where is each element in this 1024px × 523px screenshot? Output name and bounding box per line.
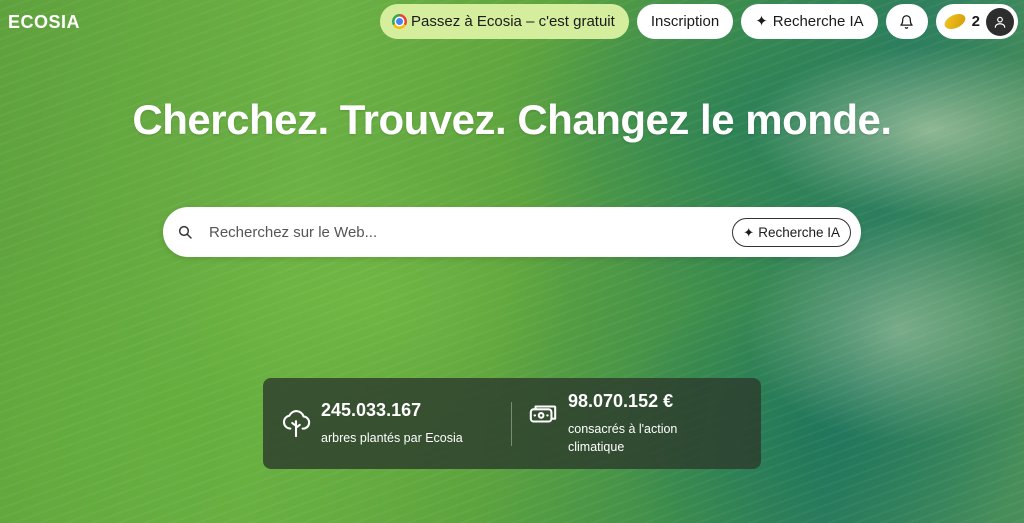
signup-label: Inscription	[650, 13, 720, 30]
tree-icon	[282, 410, 311, 438]
seed-icon	[941, 10, 968, 33]
search-input[interactable]	[209, 223, 733, 241]
trees-count: 245.033.167	[321, 400, 422, 420]
install-promo-label: Passez à Ecosia – c'est gratuit	[411, 13, 615, 30]
sparkle-icon: ✦	[743, 224, 755, 240]
ecosia-logo[interactable]: ECOSIA	[8, 12, 80, 33]
bell-icon	[900, 14, 913, 29]
climate-funding-counter[interactable]: 98.070.152 € consacrés à l'action climat…	[512, 391, 708, 456]
climate-funding-text: 98.070.152 € consacrés à l'action climat…	[568, 391, 708, 456]
ai-search-button[interactable]: ✦ Recherche IA	[732, 217, 851, 247]
search-bar: ✦ Recherche IA	[163, 207, 861, 257]
header-actions: Passez à Ecosia – c'est gratuit Inscript…	[380, 4, 1018, 39]
impact-counters: 245.033.167 arbres plantés par Ecosia 98…	[263, 378, 761, 469]
notifications-button[interactable]	[885, 4, 928, 39]
trees-text: 245.033.167 arbres plantés par Ecosia	[321, 400, 463, 447]
ai-search-header-label: Recherche IA	[772, 13, 864, 30]
avatar	[986, 7, 1014, 36]
sparkle-icon: ✦	[755, 13, 768, 30]
user-icon	[994, 16, 1006, 28]
signup-button[interactable]: Inscription	[636, 4, 734, 39]
page-headline: Cherchez. Trouvez. Changez le monde.	[132, 96, 892, 143]
search-icon[interactable]	[177, 224, 193, 240]
trees-counter[interactable]: 245.033.167 arbres plantés par Ecosia	[263, 400, 511, 447]
climate-funding-label: consacrés à l'action climatique	[568, 422, 678, 454]
climate-funding-amount: 98.070.152 €	[568, 391, 674, 411]
trees-label: arbres plantés par Ecosia	[321, 431, 463, 445]
banknote-icon	[529, 405, 557, 423]
ai-search-label: Recherche IA	[758, 224, 840, 240]
ai-search-header-button[interactable]: ✦ Recherche IA	[741, 4, 878, 39]
install-promo-button[interactable]: Passez à Ecosia – c'est gratuit	[380, 4, 629, 39]
chrome-icon	[392, 14, 408, 29]
account-menu-button[interactable]: 2	[935, 4, 1018, 39]
seed-count: 2	[971, 13, 980, 30]
